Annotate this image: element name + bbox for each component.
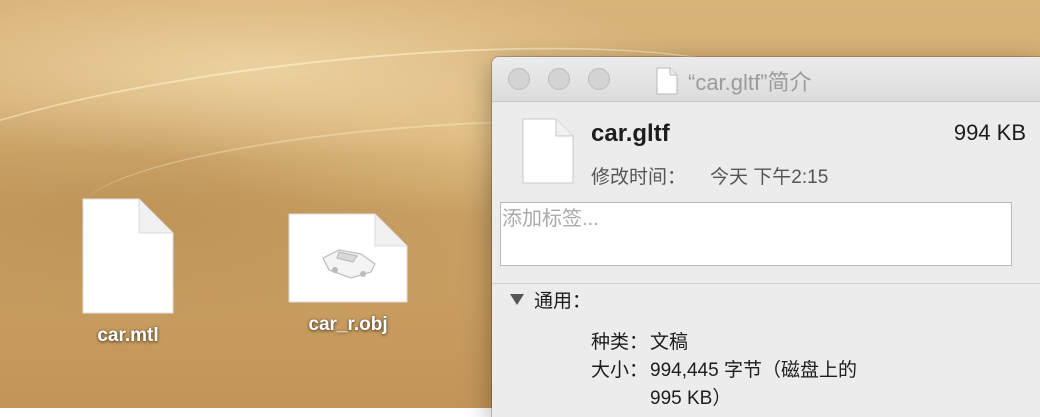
size-value-line1: 994,445 字节（磁盘上的 [650, 360, 857, 381]
desktop-file-name: car.mtl [97, 325, 159, 346]
divider [492, 283, 1040, 284]
document-icon [82, 198, 174, 314]
modified-value: 今天 下午2:15 [710, 167, 829, 188]
close-button[interactable] [508, 68, 530, 90]
section-general-toggle[interactable]: 通用： [510, 286, 591, 313]
window-title-text: “car.gltf”简介 [688, 70, 812, 95]
modified-label: 修改时间： [591, 167, 687, 188]
document-icon [656, 67, 678, 95]
file-size: 994 KB [953, 120, 1026, 145]
disclosure-triangle-icon[interactable] [510, 294, 524, 305]
size-value-line2: 995 KB） [650, 388, 732, 409]
file-header: car.gltf 994 KB 修改时间： 今天 下午2:15 [492, 102, 1040, 200]
window-title: “car.gltf”简介 [656, 65, 811, 97]
file-name: car.gltf [591, 120, 670, 147]
title-bar[interactable]: “car.gltf”简介 [492, 57, 1040, 102]
document-icon [522, 118, 574, 184]
section-general-label: 通用： [534, 291, 592, 312]
desktop-file-name: car_r.obj [308, 314, 388, 335]
zoom-button[interactable] [588, 68, 610, 90]
info-window: “car.gltf”简介 car.gltf 994 KB 修改时间： 今天 下午… [492, 57, 1040, 417]
minimize-button[interactable] [548, 68, 570, 90]
size-label: 大小： [590, 360, 648, 381]
kind-value: 文稿 [650, 332, 689, 353]
desktop-file-car-mtl[interactable]: car.mtl [58, 197, 198, 347]
desktop-file-car-r-obj[interactable]: car_r.obj [278, 212, 418, 336]
tags-input[interactable] [500, 202, 1012, 266]
kind-label: 种类： [590, 332, 648, 353]
obj-3d-document-icon [288, 213, 408, 303]
